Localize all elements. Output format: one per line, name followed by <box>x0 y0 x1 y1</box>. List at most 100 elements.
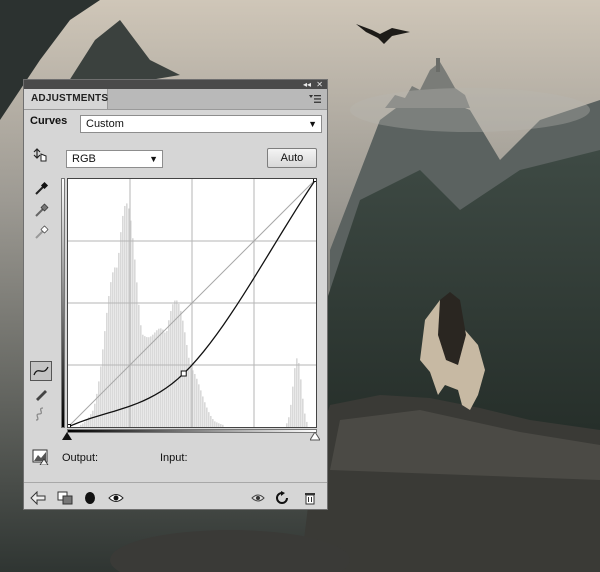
histogram-bar <box>290 404 292 427</box>
histogram-bar <box>204 402 206 427</box>
adjustments-panel: ◂◂ ✕ ADJUSTMENTS Curves Custom ▼ RGB ▼ A… <box>23 79 328 510</box>
channel-dropdown[interactable]: RGB ▼ <box>66 150 163 168</box>
histogram-bar <box>164 332 166 427</box>
histogram-bar <box>142 334 144 427</box>
hand-adjust-icon[interactable] <box>30 146 48 164</box>
histogram-bar <box>104 331 106 427</box>
gray-eyedropper-icon[interactable] <box>32 202 50 220</box>
pencil-icon[interactable] <box>32 385 50 403</box>
histogram-bar <box>80 424 82 427</box>
histogram-bar <box>100 366 102 427</box>
histogram-bar <box>212 419 214 427</box>
histogram-bar <box>166 330 168 427</box>
histogram-bar <box>98 381 100 427</box>
output-label: Output: <box>62 452 99 464</box>
histogram-bar <box>196 378 198 427</box>
histogram-bar <box>154 332 156 427</box>
adjustment-type-label: Curves <box>30 115 68 127</box>
histogram-bar <box>298 363 300 427</box>
histogram-bar <box>138 304 140 427</box>
histogram-bar <box>116 267 118 427</box>
output-gradient-bar <box>61 178 65 428</box>
white-eyedropper-icon[interactable] <box>32 224 50 242</box>
curve-control-point[interactable] <box>180 370 187 377</box>
clipping-warning-icon[interactable] <box>32 448 50 466</box>
histogram-bar <box>214 421 216 427</box>
histogram-bar <box>118 252 120 427</box>
input-label: Input: <box>160 452 188 464</box>
histogram-bar <box>184 332 186 427</box>
histogram-bar <box>162 329 164 427</box>
chevron-down-icon: ▼ <box>149 154 158 164</box>
histogram-bar <box>306 421 308 427</box>
histogram-bar <box>160 328 162 427</box>
curve-control-point[interactable] <box>313 179 317 182</box>
histogram-bar <box>222 424 224 427</box>
histogram-bar <box>200 390 202 427</box>
histogram-bar <box>114 267 116 427</box>
histogram-bar <box>294 368 296 427</box>
black-point-slider[interactable] <box>62 432 72 441</box>
histogram-bar <box>304 413 306 427</box>
histogram-bar <box>198 384 200 427</box>
histogram-bar <box>140 325 142 427</box>
histogram-bar <box>90 414 92 427</box>
preset-dropdown[interactable]: Custom ▼ <box>80 115 322 133</box>
close-panel-button[interactable]: ✕ <box>316 80 323 89</box>
histogram-bar <box>210 415 212 427</box>
histogram-bar <box>92 410 94 427</box>
histogram-bar <box>218 423 220 427</box>
return-arrow-icon[interactable] <box>30 490 46 506</box>
curves-plot[interactable] <box>68 179 316 427</box>
clip-layer-icon[interactable] <box>57 490 73 506</box>
histogram-bar <box>302 398 304 427</box>
tab-adjustments[interactable]: ADJUSTMENTS <box>24 89 108 109</box>
histogram-bar <box>208 412 210 427</box>
histogram-bar <box>286 423 288 427</box>
histogram-bar <box>120 232 122 427</box>
histogram-bar <box>146 337 148 427</box>
layer-mask-icon[interactable] <box>82 490 98 506</box>
histogram-bar <box>190 367 192 427</box>
reset-icon[interactable] <box>274 490 290 506</box>
histogram-bar <box>124 205 126 427</box>
histogram-bar <box>194 374 196 427</box>
histogram-bar <box>292 386 294 427</box>
histogram-bar <box>150 336 152 427</box>
histogram-bar <box>220 424 222 427</box>
view-previous-icon[interactable] <box>250 490 266 506</box>
histogram-bar <box>168 320 170 427</box>
histogram-bar <box>180 310 182 427</box>
histogram-bar <box>86 419 88 427</box>
visibility-eye-icon[interactable] <box>108 490 124 506</box>
histogram-bar <box>170 311 172 427</box>
histogram-bar <box>156 330 158 427</box>
input-gradient-bar <box>67 429 317 433</box>
histogram-bar <box>110 282 112 427</box>
histogram-bar <box>300 379 302 427</box>
histogram-bar <box>148 337 150 427</box>
trash-icon[interactable] <box>302 490 318 506</box>
histogram-bar <box>158 328 160 427</box>
curve-edit-icon[interactable] <box>30 361 52 381</box>
histogram-bar <box>216 422 218 427</box>
footer-divider <box>24 482 327 483</box>
curves-graph[interactable] <box>67 178 317 428</box>
black-eyedropper-icon[interactable] <box>32 180 50 198</box>
histogram-bar <box>82 423 84 427</box>
histogram-bar <box>202 396 204 427</box>
auto-button[interactable]: Auto <box>267 148 317 168</box>
panel-tab-bar: ADJUSTMENTS <box>24 89 327 110</box>
histogram-bar <box>94 403 96 427</box>
panel-menu-icon[interactable] <box>309 94 321 104</box>
collapse-panel-button[interactable]: ◂◂ <box>303 80 311 89</box>
smooth-icon[interactable] <box>32 405 50 423</box>
histogram-bar <box>288 417 290 427</box>
histogram-bar <box>136 282 138 427</box>
white-point-slider[interactable] <box>310 432 320 441</box>
curve-control-point[interactable] <box>68 424 71 428</box>
histogram-bar <box>106 312 108 427</box>
histogram-bar <box>296 358 298 427</box>
channel-value: RGB <box>72 153 96 165</box>
histogram-bar <box>178 304 180 427</box>
